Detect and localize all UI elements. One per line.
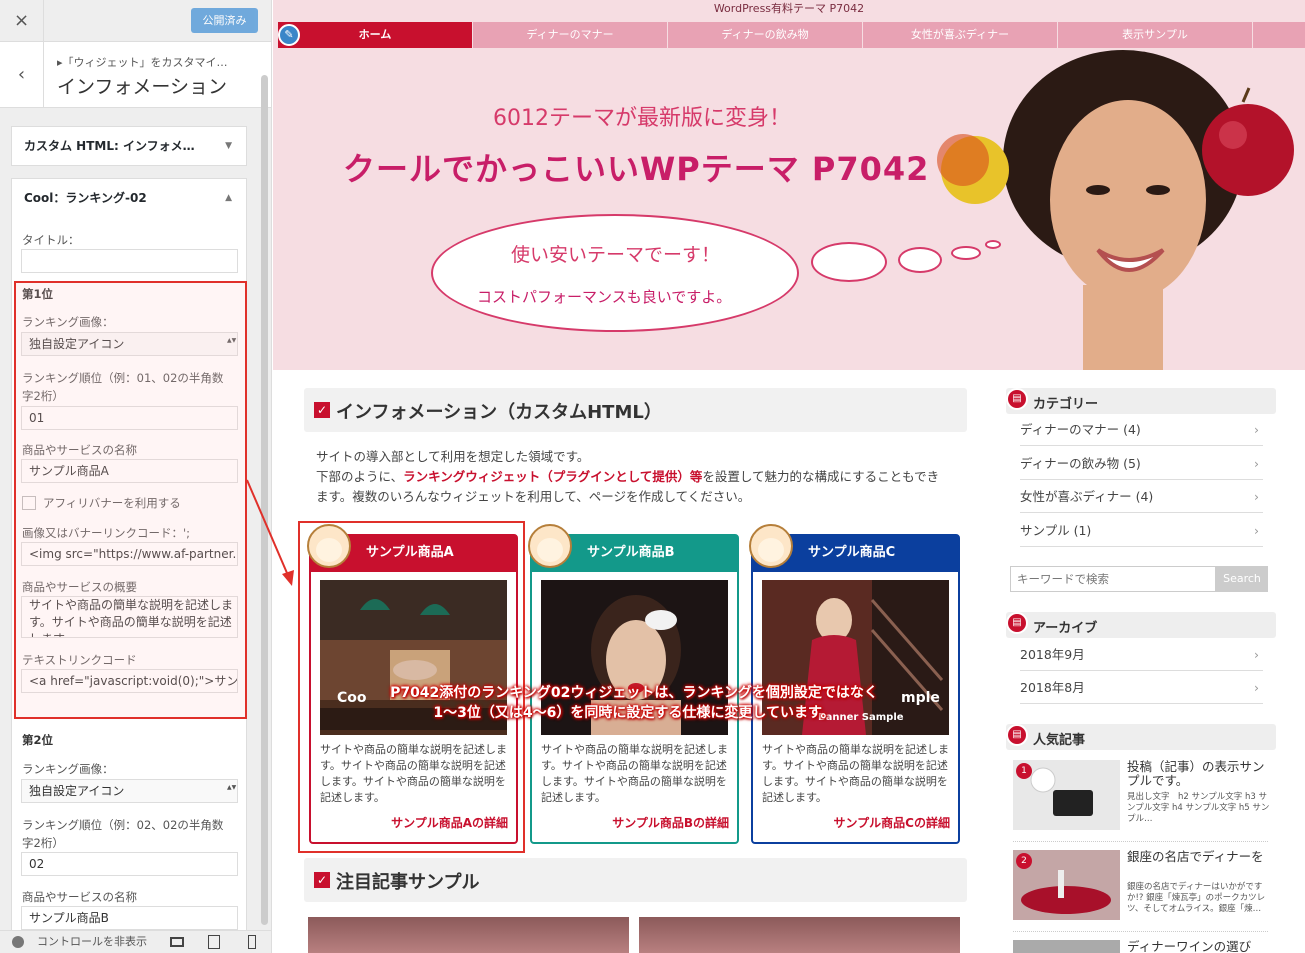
- popular-title-text[interactable]: 投稿（記事）の表示サンプルです。: [1127, 760, 1270, 788]
- featured-image-2[interactable]: [639, 917, 960, 953]
- info-line-2-post: を設置して魅力的な構成にすることもでき: [702, 469, 940, 484]
- widget-title: カスタム HTML: インフォメ…: [24, 139, 195, 153]
- featured-image-1[interactable]: [308, 917, 629, 953]
- info-line-2: 下部のように、ランキングウィジェット（プラグインとして提供）等を設置して魅力的な…: [316, 467, 976, 487]
- category-title: カテゴリー: [1033, 397, 1099, 412]
- desktop-icon[interactable]: [170, 937, 184, 947]
- popular-title: 人気記事: [1033, 733, 1086, 748]
- popular-heading: ▤ 人気記事: [1006, 724, 1276, 750]
- info-line-3: ます。複数のいろんなウィジェットを利用して、ページを作成してください。: [316, 489, 751, 504]
- popular-excerpt: 見出し文字 h2 サンプル文字 h3 サンプル文字 h4 サンプル文字 h5 サ…: [1127, 792, 1270, 824]
- featured-heading: 注目記事サンプル: [336, 872, 480, 893]
- popular-excerpt: 銀座の名店でディナーはいかがですか!? 銀座「煉瓦亭」のポークカツレツ、そしてオ…: [1127, 882, 1266, 914]
- annotation-note: P7042添付のランキング02ウィジェットは、ランキングを個別設定ではなく 1〜…: [328, 683, 940, 723]
- rank2-name-label: 商品やサービスの名称: [22, 890, 137, 904]
- panel-scrollbar[interactable]: [261, 75, 268, 925]
- annotation-line-1: P7042添付のランキング02ウィジェットは、ランキングを個別設定ではなく: [390, 685, 878, 701]
- archive-item[interactable]: 2018年8月: [1020, 671, 1263, 704]
- rank2-heading: 第2位: [22, 733, 54, 747]
- site-preview: WordPress有料テーマ P7042 ホーム ディナーのマナー ディナーの飲…: [273, 0, 1305, 953]
- avatar: [749, 524, 793, 568]
- card-description: サイトや商品の簡単な説明を記述します。サイトや商品の簡単な説明を記述します。サイ…: [762, 743, 949, 804]
- site-top-title: WordPress有料テーマ P7042: [713, 2, 865, 15]
- rank2-image-label: ランキング画像：: [22, 762, 114, 776]
- search-input[interactable]: キーワードで検索: [1010, 566, 1216, 592]
- global-nav: ホーム ディナーのマナー ディナーの飲み物 女性が喜ぶディナー 表示サンプル: [278, 22, 1305, 48]
- popular-item[interactable]: 2 銀座の名店でディナーを 銀座の名店でディナーはいかがですか!? 銀座「煉瓦亭…: [1013, 850, 1268, 932]
- hide-controls-label[interactable]: コントロールを非表示: [37, 931, 147, 953]
- rank2-order-label: ランキング順位（例：02、02の半角数字2桁）: [22, 818, 224, 850]
- rank-badge: 1: [1016, 763, 1032, 779]
- title-label: タイトル：: [22, 233, 80, 247]
- document-icon: ▤: [1006, 724, 1028, 746]
- info-heading: インフォメーション（カスタムHTML）: [336, 402, 662, 423]
- featured-heading-bar: ✓ 注目記事サンプル: [304, 858, 967, 902]
- chevron-up-icon[interactable]: ▲: [225, 179, 232, 217]
- chevron-down-icon[interactable]: ▼: [225, 127, 232, 165]
- archive-title: アーカイブ: [1033, 621, 1098, 636]
- info-line-2-highlight: ランキングウィジェット（プラグインとして提供）等: [403, 469, 703, 484]
- nav-drinks[interactable]: ディナーの飲み物: [668, 22, 863, 48]
- rank2-image-select[interactable]: 独自設定アイコン: [21, 779, 238, 803]
- popular-item[interactable]: ディナーワインの選び: [1013, 940, 1268, 953]
- popular-title-text[interactable]: 銀座の名店でディナーを: [1127, 850, 1270, 864]
- info-line-2-pre: 下部のように、: [316, 469, 404, 484]
- rank2-order-input[interactable]: 02: [21, 852, 238, 876]
- collapse-icon[interactable]: [12, 936, 24, 948]
- category-item[interactable]: ディナーのマナー (4): [1020, 413, 1263, 446]
- hero-header: WordPress有料テーマ P7042 ホーム ディナーのマナー ディナーの飲…: [273, 0, 1305, 370]
- info-line-1: サイトの導入部として利用を想定した領域です。: [316, 449, 590, 464]
- avatar: [528, 524, 572, 568]
- popular-thumb: [1013, 940, 1120, 953]
- popular-item[interactable]: 1 投稿（記事）の表示サンプルです。 見出し文字 h2 サンプル文字 h3 サン…: [1013, 760, 1270, 842]
- archive-heading: ▤ アーカイブ: [1006, 612, 1276, 638]
- widget-custom-html[interactable]: カスタム HTML: インフォメ… ▼: [11, 126, 247, 166]
- bubble-line-2: コストパフォーマンスも良いですよ。: [477, 288, 732, 306]
- back-icon[interactable]: ‹: [0, 42, 44, 108]
- pencil-icon[interactable]: ✎: [278, 24, 300, 46]
- rank1-highlight-box: [14, 281, 247, 719]
- tablet-icon[interactable]: [208, 935, 220, 949]
- document-icon: ▤: [1006, 612, 1028, 634]
- document-icon: ▤: [1006, 388, 1028, 410]
- rank2-name-input[interactable]: サンプル商品B: [21, 906, 238, 930]
- annotation-line-2: 1〜3位（又は4〜6）を同時に設定する仕様に変更しています。: [433, 705, 835, 721]
- rank-badge: 2: [1016, 853, 1032, 869]
- breadcrumb: ▸「ウィジェット」をカスタマイ…: [57, 56, 228, 69]
- speech-bubble: [431, 214, 799, 332]
- close-icon[interactable]: ×: [0, 0, 44, 42]
- nav-home[interactable]: ホーム: [278, 22, 473, 48]
- panel-title: インフォメーション: [57, 76, 228, 98]
- bubble-line-1: 使い安いテーマでーす！: [511, 244, 721, 266]
- nav-sample[interactable]: 表示サンプル: [1058, 22, 1253, 48]
- category-item[interactable]: 女性が喜ぶディナー (4): [1020, 480, 1263, 513]
- customizer-footer: コントロールを非表示: [0, 930, 271, 953]
- card-detail-link[interactable]: サンプル商品Cの詳細: [834, 814, 950, 831]
- nav-women[interactable]: 女性が喜ぶディナー: [863, 22, 1058, 48]
- category-item[interactable]: ディナーの飲み物 (5): [1020, 447, 1263, 480]
- info-heading-bar: ✓ インフォメーション（カスタムHTML）: [304, 388, 967, 432]
- section-header: ‹ ▸「ウィジェット」をカスタマイ… インフォメーション: [0, 42, 271, 108]
- hero-subtitle: 6012テーマが最新版に変身！: [493, 106, 791, 131]
- card-detail-link[interactable]: サンプル商品Bの詳細: [612, 814, 729, 831]
- popular-title-text[interactable]: ディナーワインの選び: [1127, 940, 1251, 953]
- widget-title: Cool：ランキング-02: [24, 191, 147, 205]
- hero-title: クールでかっこいいWPテーマ P7042: [343, 150, 930, 188]
- checkbox-icon: ✓: [314, 872, 330, 888]
- checkbox-icon: ✓: [314, 402, 330, 418]
- thought-cloud-large: [811, 242, 887, 282]
- customizer-panel: × 公開済み ‹ ▸「ウィジェット」をカスタマイ… インフォメーション カスタム…: [0, 0, 272, 953]
- title-input[interactable]: [21, 249, 238, 273]
- widget-ranking[interactable]: Cool：ランキング-02 ▲: [11, 178, 247, 218]
- nav-manners[interactable]: ディナーのマナー: [473, 22, 668, 48]
- category-heading: ▤ カテゴリー: [1006, 388, 1276, 414]
- publish-button[interactable]: 公開済み: [191, 8, 258, 33]
- mobile-icon[interactable]: [248, 935, 256, 949]
- woman-with-fruit-image: [937, 50, 1294, 370]
- search-button[interactable]: Search: [1216, 566, 1268, 592]
- card-description: サイトや商品の簡単な説明を記述します。サイトや商品の簡単な説明を記述します。サイ…: [541, 743, 728, 804]
- customizer-topbar: × 公開済み: [0, 0, 271, 42]
- category-item[interactable]: サンプル (1): [1020, 514, 1263, 547]
- archive-item[interactable]: 2018年9月: [1020, 638, 1263, 671]
